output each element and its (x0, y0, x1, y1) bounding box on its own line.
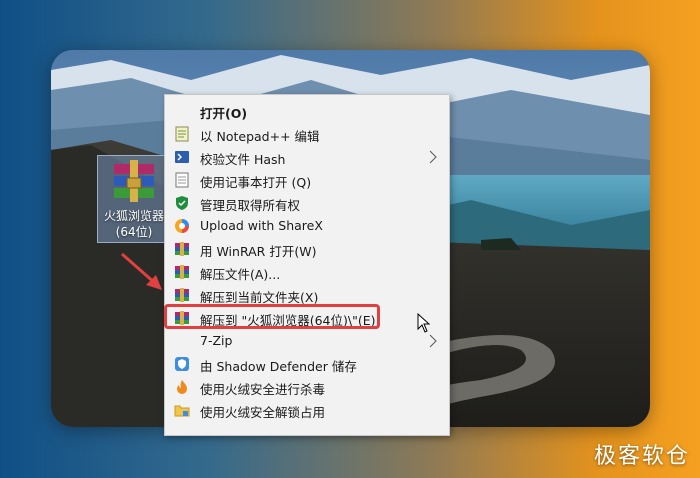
menu-item-label: 管理员取得所有权 (200, 198, 301, 213)
red-arrow-annotation (121, 252, 162, 290)
chevron-right-icon (429, 334, 437, 348)
shadow-defender-icon (175, 357, 189, 371)
mouse-cursor-icon (417, 313, 431, 333)
sharex-icon (175, 219, 189, 233)
menu-item-label: 用 WinRAR 打开(W) (200, 244, 317, 259)
folder-unlock-icon (174, 405, 190, 417)
winrar-icon (175, 288, 189, 302)
desktop-file-selected[interactable]: 火狐浏览器 (64位) (97, 155, 171, 243)
menu-item-sharex[interactable]: Upload with ShareX (165, 215, 449, 238)
shield-icon (176, 196, 188, 210)
menu-item-huorong-scan[interactable]: 使用火绒安全进行杀毒 (165, 376, 449, 399)
menu-item-open-winrar[interactable]: 用 WinRAR 打开(W) (165, 238, 449, 261)
winrar-icon (175, 265, 189, 279)
notepadpp-icon (175, 126, 189, 142)
menu-item-label: 由 Shadow Defender 储存 (200, 359, 357, 374)
menu-item-notepad[interactable]: 使用记事本打开 (Q) (165, 169, 449, 192)
winrar-archive-icon (114, 160, 154, 202)
menu-item-take-ownership[interactable]: 管理员取得所有权 (165, 192, 449, 215)
context-menu: 打开(O) 以 Notepad++ 编辑 校验文件 Hash 使用记事本打开 (… (164, 94, 450, 436)
menu-item-open[interactable]: 打开(O) (165, 100, 449, 123)
menu-item-shadow-defender[interactable]: 由 Shadow Defender 储存 (165, 353, 449, 376)
menu-item-label: 使用火绒安全进行杀毒 (200, 382, 326, 397)
huorong-icon (177, 380, 187, 394)
menu-item-label: 解压文件(A)... (200, 267, 281, 282)
menu-item-label: 7-Zip (200, 333, 233, 348)
menu-item-7zip[interactable]: 7-Zip (165, 330, 449, 353)
menu-item-notepadpp[interactable]: 以 Notepad++ 编辑 (165, 123, 449, 146)
menu-item-label: 校验文件 Hash (200, 152, 286, 167)
winrar-icon (175, 242, 189, 256)
menu-item-label: 使用记事本打开 (Q) (200, 175, 312, 190)
highlight-box (164, 304, 380, 329)
menu-item-label: 打开(O) (200, 106, 248, 121)
menu-item-hash[interactable]: 校验文件 Hash (165, 146, 449, 169)
menu-item-label: 以 Notepad++ 编辑 (200, 129, 320, 144)
watermark: 极客软仓 (593, 444, 690, 469)
menu-item-label: Upload with ShareX (200, 218, 323, 233)
menu-item-extract-files[interactable]: 解压文件(A)... (165, 261, 449, 284)
menu-item-huorong-unlock[interactable]: 使用火绒安全解锁占用 (165, 399, 449, 422)
chevron-right-icon (429, 150, 437, 164)
desktop-file-label: 火狐浏览器 (64位) (103, 209, 164, 239)
powershell-icon (175, 151, 189, 163)
notepad-icon (175, 172, 189, 188)
menu-item-label: 使用火绒安全解锁占用 (200, 405, 326, 420)
